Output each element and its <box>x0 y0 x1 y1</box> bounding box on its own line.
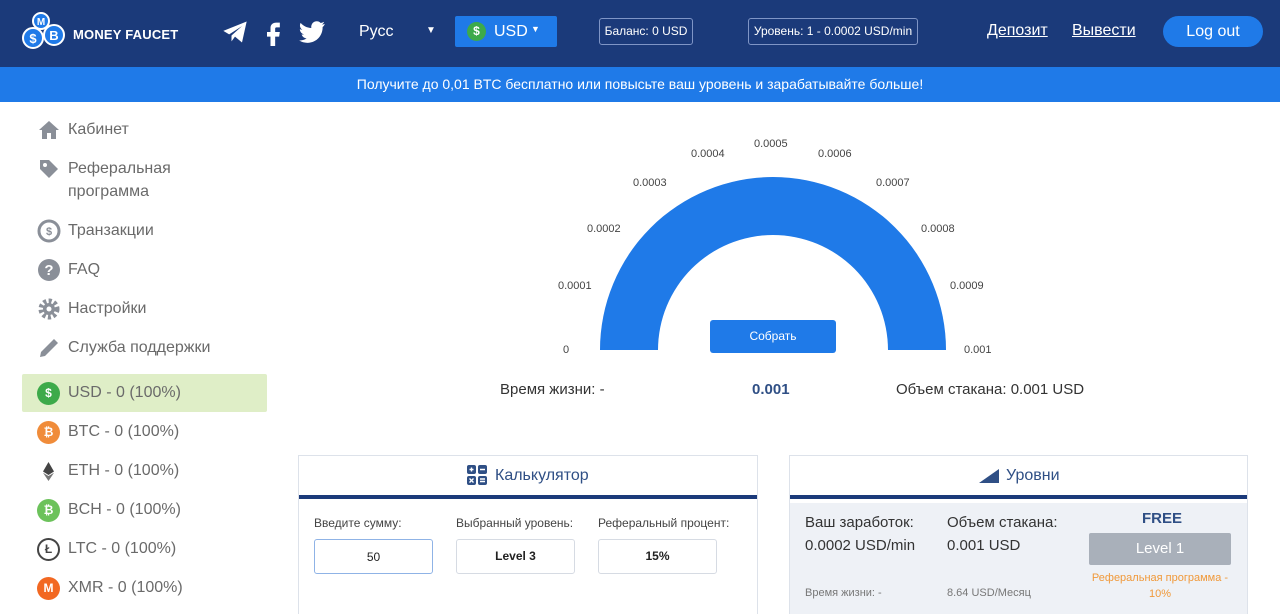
volume-stat: Объем стакана: 0.001 USD <box>896 381 1085 398</box>
promo-banner: Получите до 0,01 BTC бесплатно или повыс… <box>0 67 1280 102</box>
earnings-label: Ваш заработок: <box>805 514 914 531</box>
gauge-tick-label: 0.0006 <box>818 148 852 160</box>
currency-label: USD <box>494 23 528 40</box>
currency-row-bch[interactable]: ₿ BCH - 0 (100%) <box>22 491 267 529</box>
gauge-value: 0.001 <box>752 381 790 398</box>
coin-exchange-icon: $ <box>37 219 61 243</box>
litecoin-icon: Ł <box>37 538 60 561</box>
dollar-coin-icon: $ <box>37 382 60 405</box>
monero-icon: M <box>37 577 60 600</box>
calculator-panel: Калькулятор <box>298 455 758 614</box>
caret-down-icon: ▼ <box>531 24 540 34</box>
dollar-coin-icon: $ <box>467 22 486 41</box>
referral-program-note: Реферальная программа - 10% <box>1091 572 1229 600</box>
gauge-tick-label: 0.0005 <box>754 138 788 150</box>
question-icon: ? <box>38 259 60 281</box>
language-selector[interactable]: Русс <box>359 23 394 41</box>
gauge-tick-label: 0.0008 <box>921 223 955 235</box>
amount-label: Введите сумму: <box>314 516 402 530</box>
currency-row-btc[interactable]: ₿ BTC - 0 (100%) <box>22 413 267 451</box>
currency-row-usd[interactable]: $ USD - 0 (100%) <box>22 374 267 412</box>
sidebar-item-label: Служба поддержки <box>68 339 211 356</box>
top-header: M $ B MONEY FAUCET Русс ▼ $ USD ▼ Баланс… <box>0 0 1280 67</box>
svg-text:?: ? <box>44 262 53 279</box>
facebook-icon[interactable] <box>260 18 288 46</box>
home-icon <box>39 121 59 139</box>
gauge-tick-label: 0.0004 <box>691 148 725 160</box>
sidebar-item-label: Реферальная <box>68 160 171 177</box>
lifetime-stat: Время жизни: - <box>500 381 605 398</box>
brand-name[interactable]: MONEY FAUCET <box>73 27 178 42</box>
currency-balance: USD - 0 (100%) <box>68 384 181 401</box>
levels-header: Уровни <box>790 456 1247 499</box>
sidebar-item-label: FAQ <box>68 261 101 278</box>
svg-text:$: $ <box>46 226 52 238</box>
volume-value: 0.001 USD <box>947 537 1021 554</box>
telegram-icon[interactable] <box>221 18 249 46</box>
currency-row-xmr[interactable]: M XMR - 0 (100%) <box>22 569 267 607</box>
bitcoin-icon: ₿ <box>37 421 60 444</box>
gauge-tick-label: 0.0002 <box>587 223 621 235</box>
collect-button[interactable]: Собрать <box>710 320 836 353</box>
gear-icon <box>38 298 60 320</box>
level-select[interactable]: Level 3 <box>456 539 575 574</box>
deposit-link[interactable]: Депозит <box>987 22 1048 40</box>
withdraw-link[interactable]: Вывести <box>1072 22 1136 40</box>
currency-balance: BTC - 0 (100%) <box>68 423 180 440</box>
bitcoin-cash-icon: ₿ <box>37 499 60 522</box>
twitter-icon[interactable] <box>298 18 326 46</box>
gauge-tick-label: 0.0001 <box>558 280 592 292</box>
gauge-tick-label: 0.001 <box>964 344 992 356</box>
panel-title: Уровни <box>1006 467 1060 484</box>
referral-label: Реферальный процент: <box>598 516 730 530</box>
gauge-tick-label: 0 <box>563 344 570 356</box>
earnings-value: 0.0002 USD/min <box>805 537 916 554</box>
currency-balance: LTC - 0 (100%) <box>68 540 177 557</box>
level-label: Выбранный уровень: <box>456 516 574 530</box>
gauge-tick-label: 0.0003 <box>633 177 667 189</box>
svg-text:$: $ <box>29 31 37 46</box>
sidebar-item-label: Транзакции <box>68 222 154 239</box>
sidebar-item-label: Кабинет <box>68 121 129 138</box>
calculator-icon <box>467 465 487 485</box>
caret-down-icon[interactable]: ▼ <box>426 25 436 36</box>
currency-row-eth[interactable]: ETH - 0 (100%) <box>22 452 267 490</box>
sidebar-item-label: Настройки <box>68 300 147 317</box>
level-badge: Уровень: 1 - 0.0002 USD/min <box>748 18 918 45</box>
logout-button[interactable]: Log out <box>1163 16 1263 47</box>
pencil-icon <box>40 339 58 357</box>
panel-title: Калькулятор <box>495 467 589 484</box>
svg-text:M: M <box>37 17 45 28</box>
gauge-tick-label: 0.0007 <box>876 177 910 189</box>
tier-name: FREE <box>1142 510 1183 527</box>
tag-icon <box>40 160 58 178</box>
currency-balance: XMR - 0 (100%) <box>68 579 183 596</box>
signal-bars-icon <box>979 469 999 483</box>
currency-balance: BCH - 0 (100%) <box>68 501 181 518</box>
sidebar-item-label: программа <box>68 183 149 200</box>
monthly-earnings: 8.64 USD/Месяц <box>947 587 1031 599</box>
ethereum-icon <box>37 460 60 483</box>
referral-percent-field[interactable]: 15% <box>598 539 717 574</box>
svg-text:B: B <box>49 28 58 43</box>
calculator-header: Калькулятор <box>299 456 757 499</box>
balance-badge: Баланс: 0 USD <box>599 18 693 45</box>
volume-label: Объем стакана: <box>947 514 1058 531</box>
level-1-button[interactable]: Level 1 <box>1089 533 1231 565</box>
currency-row-ltc[interactable]: Ł LTC - 0 (100%) <box>22 530 267 568</box>
currency-dropdown[interactable]: $ USD ▼ <box>455 16 557 47</box>
levels-lifetime: Время жизни: - <box>805 587 882 599</box>
gauge-tick-label: 0.0009 <box>950 280 984 292</box>
coin-logo-icon[interactable]: M $ B <box>20 11 68 55</box>
currency-balance: ETH - 0 (100%) <box>68 462 180 479</box>
amount-input[interactable] <box>314 539 433 574</box>
